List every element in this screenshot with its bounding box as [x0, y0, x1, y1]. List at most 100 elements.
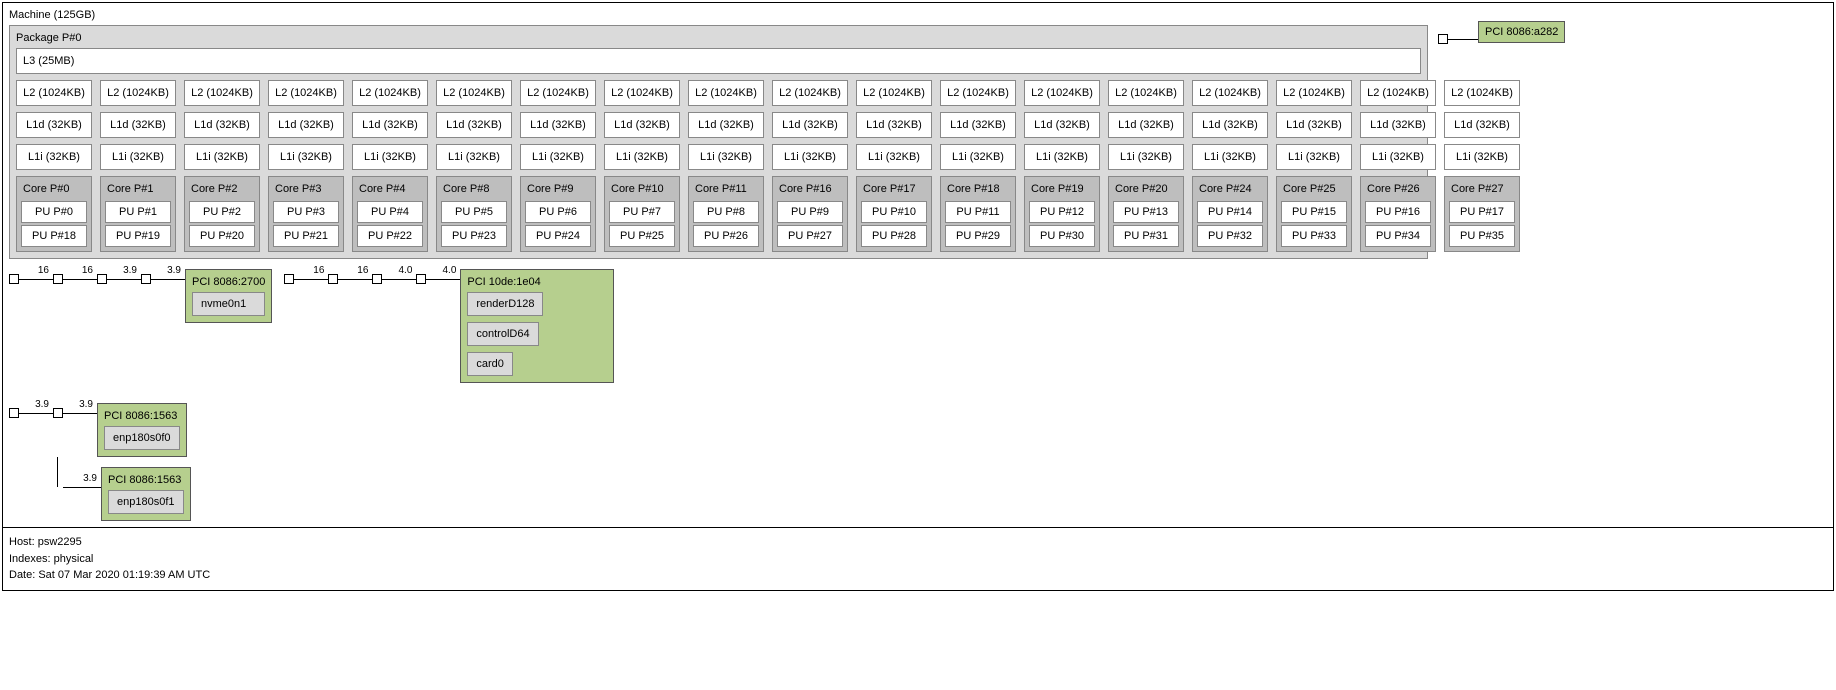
l1d-cache: L1d (32KB) — [352, 112, 428, 138]
l2-cache: L2 (1024KB) — [1360, 80, 1436, 106]
core-label: Core P#20 — [1113, 181, 1179, 199]
core-box: Core P#10PU P#7PU P#25 — [604, 176, 680, 252]
core-box: Core P#3PU P#3PU P#21 — [268, 176, 344, 252]
core-label: Core P#24 — [1197, 181, 1263, 199]
l1d-cache: L1d (32KB) — [184, 112, 260, 138]
pu-box: PU P#2 — [189, 201, 255, 223]
core-label: Core P#0 — [21, 181, 87, 199]
pci-device-net0: PCI 8086:1563 enp180s0f0 — [97, 403, 187, 457]
pci-device-gpu: PCI 10de:1e04 renderD128 controlD64 card… — [460, 269, 614, 383]
bus-node-icon — [372, 274, 382, 284]
pu-box: PU P#9 — [777, 201, 843, 223]
pu-box: PU P#28 — [861, 225, 927, 247]
pu-box: PU P#12 — [1029, 201, 1095, 223]
footer: Host: psw2295 Indexes: physical Date: Sa… — [3, 527, 1833, 590]
l1d-cache: L1d (32KB) — [1444, 112, 1520, 138]
pu-box: PU P#22 — [357, 225, 423, 247]
pu-box: PU P#31 — [1113, 225, 1179, 247]
core-box: Core P#8PU P#5PU P#23 — [436, 176, 512, 252]
core-label: Core P#18 — [945, 181, 1011, 199]
core-label: Core P#9 — [525, 181, 591, 199]
core-box: Core P#27PU P#17PU P#35 — [1444, 176, 1520, 252]
core-label: Core P#11 — [693, 181, 759, 199]
l2-cache: L2 (1024KB) — [184, 80, 260, 106]
l1i-cache: L1i (32KB) — [1276, 144, 1352, 170]
pu-box: PU P#16 — [1365, 201, 1431, 223]
l1i-cache: L1i (32KB) — [436, 144, 512, 170]
pu-box: PU P#26 — [693, 225, 759, 247]
bus-node-icon — [284, 274, 294, 284]
core-box: Core P#18PU P#11PU P#29 — [940, 176, 1016, 252]
l2-cache: L2 (1024KB) — [436, 80, 512, 106]
os-device: card0 — [467, 352, 513, 376]
l2-cache: L2 (1024KB) — [1444, 80, 1520, 106]
footer-host: Host: psw2295 — [9, 534, 1827, 551]
l1i-cache: L1i (32KB) — [268, 144, 344, 170]
bus-node-icon — [328, 274, 338, 284]
pu-box: PU P#25 — [609, 225, 675, 247]
core-label: Core P#25 — [1281, 181, 1347, 199]
core-label: Core P#3 — [273, 181, 339, 199]
core-box: Core P#17 PU P#10PU P#28 — [856, 176, 932, 252]
core-label: Core P#4 — [357, 181, 423, 199]
l1i-cache: L1i (32KB) — [520, 144, 596, 170]
pu-box: PU P#32 — [1197, 225, 1263, 247]
l1i-cache: L1i (32KB) — [184, 144, 260, 170]
l2-cache: L2 (1024KB) — [604, 80, 680, 106]
pu-box: PU P#4 — [357, 201, 423, 223]
pu-box: PU P#19 — [105, 225, 171, 247]
l1i-cache: L1i (32KB) — [352, 144, 428, 170]
core-label: Core P#1 — [105, 181, 171, 199]
l2-cache: L2 (1024KB) — [688, 80, 764, 106]
package-box: Package P#0 L3 (25MB) L2 (1024KB)L2 (102… — [9, 25, 1428, 259]
pu-box: PU P#29 — [945, 225, 1011, 247]
l1d-cache: L1d (32KB) — [100, 112, 176, 138]
l2-cache: L2 (1024KB) — [856, 80, 932, 106]
core-label: Core P#8 — [441, 181, 507, 199]
footer-indexes: Indexes: physical — [9, 551, 1827, 568]
l2-cache: L2 (1024KB) — [100, 80, 176, 106]
pu-box: PU P#17 — [1449, 201, 1515, 223]
machine-label: Machine (125GB) — [9, 9, 1428, 21]
core-box: Core P#4 PU P#4PU P#22 — [352, 176, 428, 252]
core-label: Core P#16 — [777, 181, 843, 199]
pu-box: PU P#10 — [861, 201, 927, 223]
pu-box: PU P#6 — [525, 201, 591, 223]
core-box: Core P#24 PU P#14PU P#32 — [1192, 176, 1268, 252]
machine-box: Machine (125GB) Package P#0 L3 (25MB) L2… — [2, 2, 1834, 591]
pu-box: PU P#0 — [21, 201, 87, 223]
core-box: Core P#25PU P#15PU P#33 — [1276, 176, 1352, 252]
core-label: Core P#17 — [861, 181, 927, 199]
l2-row: L2 (1024KB) L2 (1024KB) L2 (1024KB) L2 (102… — [16, 80, 1421, 106]
l1i-cache: L1i (32KB) — [688, 144, 764, 170]
pci-device-side: PCI 8086:a282 — [1478, 21, 1565, 43]
package-label: Package P#0 — [16, 32, 1421, 44]
pu-box: PU P#8 — [693, 201, 759, 223]
pu-box: PU P#14 — [1197, 201, 1263, 223]
l1d-cache: L1d (32KB) — [772, 112, 848, 138]
l1i-cache: L1i (32KB) — [856, 144, 932, 170]
core-box: Core P#16PU P#9PU P#27 — [772, 176, 848, 252]
l1i-cache: L1i (32KB) — [604, 144, 680, 170]
l1i-cache: L1i (32KB) — [16, 144, 92, 170]
l1i-cache: L1i (32KB) — [1192, 144, 1268, 170]
l1d-cache: L1d (32KB) — [1276, 112, 1352, 138]
core-box: Core P#20PU P#13PU P#31 — [1108, 176, 1184, 252]
core-box: Core P#0PU P#0PU P#18 — [16, 176, 92, 252]
os-device: enp180s0f0 — [104, 426, 180, 450]
l1i-cache: L1i (32KB) — [100, 144, 176, 170]
bus-node-icon — [141, 274, 151, 284]
pu-box: PU P#34 — [1365, 225, 1431, 247]
l1i-cache: L1i (32KB) — [1360, 144, 1436, 170]
core-label: Core P#10 — [609, 181, 675, 199]
bus-node-icon — [97, 274, 107, 284]
l1d-row: L1d (32KB) L1d (32KB) L1d (32KB) L1d (32KB)… — [16, 112, 1421, 138]
l2-cache: L2 (1024KB) — [1192, 80, 1268, 106]
os-device: enp180s0f1 — [108, 490, 184, 514]
l1d-cache: L1d (32KB) — [16, 112, 92, 138]
core-box: Core P#26PU P#16PU P#34 — [1360, 176, 1436, 252]
pu-box: PU P#15 — [1281, 201, 1347, 223]
l1d-cache: L1d (32KB) — [1360, 112, 1436, 138]
l1i-cache: L1i (32KB) — [1024, 144, 1100, 170]
l1d-cache: L1d (32KB) — [604, 112, 680, 138]
